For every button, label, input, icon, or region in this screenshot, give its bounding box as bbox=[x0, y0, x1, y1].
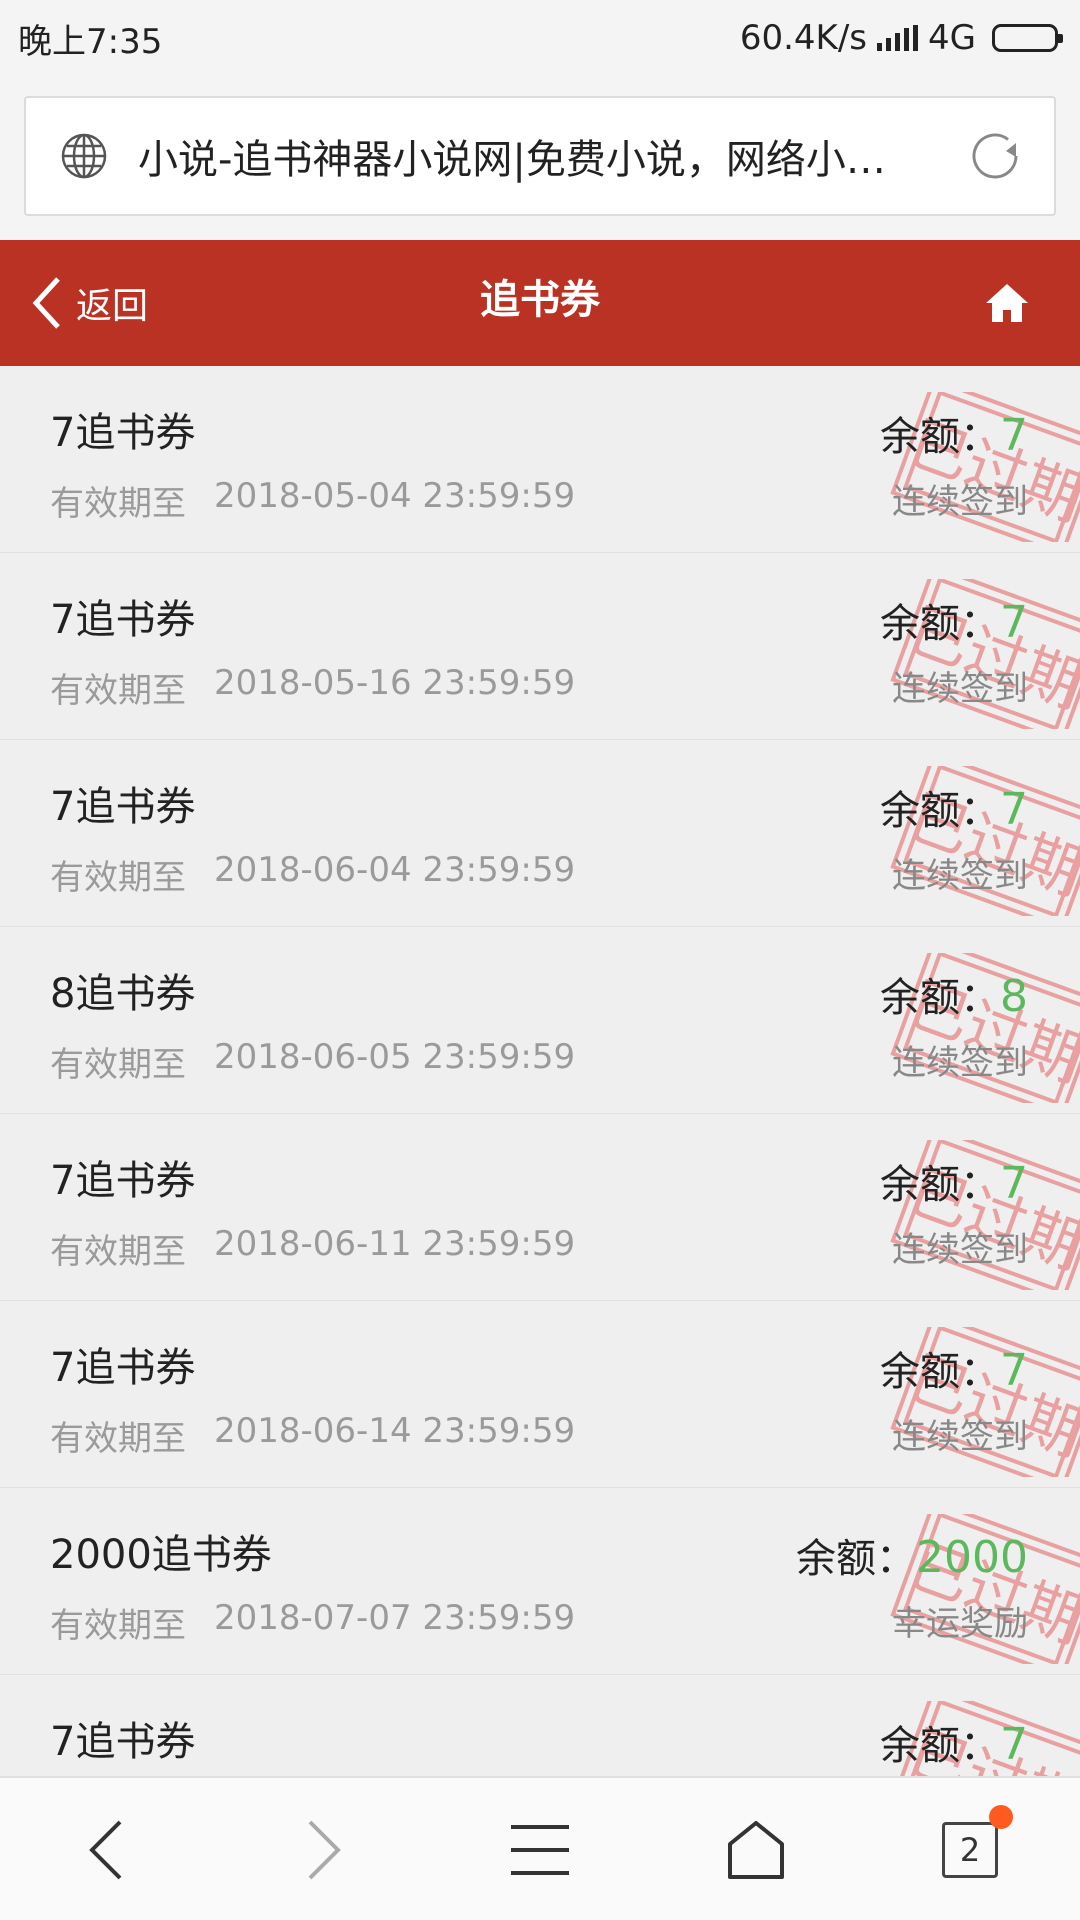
coupon-title: 7追书券 bbox=[50, 410, 196, 456]
browser-address-area: 小说-追书神器小说网|免费小说，网络小… bbox=[0, 76, 1080, 240]
globe-icon bbox=[61, 133, 107, 179]
coupon-expiry: 有效期至 2018-06-04 23:59:59 bbox=[50, 850, 575, 899]
coupon-title: 7追书券 bbox=[50, 1719, 196, 1765]
balance-label: 余额： bbox=[880, 1349, 1000, 1395]
status-time: 晚上7:35 bbox=[18, 21, 163, 62]
status-bar: 晚上7:35 60.4K/s 4G bbox=[0, 0, 1080, 76]
coupon-source: 连续签到 bbox=[892, 856, 1028, 896]
coupon-expiry: 有效期至 2018-05-16 23:59:59 bbox=[50, 663, 575, 712]
balance-label: 余额： bbox=[880, 1162, 1000, 1208]
battery-icon bbox=[992, 24, 1063, 52]
browser-back-button[interactable] bbox=[46, 1778, 166, 1920]
signal-icon bbox=[877, 25, 919, 51]
coupon-row[interactable]: 2000追书券 有效期至 2018-07-07 23:59:59 已过期 余额： 2… bbox=[0, 1488, 1080, 1675]
coupon-source: 连续签到 bbox=[892, 1230, 1028, 1270]
network-type: 4G bbox=[928, 18, 976, 58]
expiry-date: 2018-06-05 23:59:59 bbox=[214, 1037, 576, 1077]
coupon-row[interactable]: 7追书券 有效期至 2018-06-11 23:59:59 已过期 余额： 7 连续… bbox=[0, 1114, 1080, 1301]
balance-label: 余额： bbox=[880, 1723, 1000, 1769]
coupon-expiry: 有效期至 2018-06-05 23:59:59 bbox=[50, 1037, 575, 1086]
expiry-date: 2018-06-04 23:59:59 bbox=[214, 850, 576, 890]
status-indicators: 60.4K/s 4G bbox=[739, 18, 1063, 58]
coupon-source: 幸运奖励 bbox=[892, 1604, 1028, 1644]
expiry-label: 有效期至 bbox=[50, 1232, 186, 1272]
balance-label: 余额： bbox=[880, 414, 1000, 460]
coupon-expiry: 有效期至 2018-05-04 23:59:59 bbox=[50, 476, 575, 525]
balance-label: 余额： bbox=[880, 975, 1000, 1021]
arrow-right-icon bbox=[308, 1820, 341, 1880]
expiry-date: 2018-07-07 23:59:59 bbox=[214, 1598, 576, 1638]
expiry-date: 2018-06-11 23:59:59 bbox=[214, 1224, 576, 1264]
browser-home-button[interactable] bbox=[696, 1778, 816, 1920]
network-speed: 60.4K/s bbox=[739, 18, 868, 58]
coupon-title: 7追书券 bbox=[50, 784, 196, 830]
coupon-title: 8追书券 bbox=[50, 971, 196, 1017]
coupon-title: 7追书券 bbox=[50, 1345, 196, 1391]
coupon-expiry: 有效期至 2018-07-07 23:59:59 bbox=[50, 1598, 575, 1647]
address-bar[interactable]: 小说-追书神器小说网|免费小说，网络小… bbox=[24, 96, 1056, 216]
balance-label: 余额： bbox=[880, 601, 1000, 647]
screen: 晚上7:35 60.4K/s 4G 小说-追书神器小说网|免费小说，网络小… 返… bbox=[0, 0, 1080, 1920]
coupon-row[interactable]: 7追书券 有效期至 2018-06-14 23:59:59 已过期 余额： 7 连续… bbox=[0, 1301, 1080, 1488]
coupon-row[interactable]: 7追书券 有效期至 2018-05-04 23:59:59 已过期 余额： 7 连续… bbox=[0, 366, 1080, 553]
address-title: 小说-追书神器小说网|免费小说，网络小… bbox=[138, 137, 886, 183]
home-icon bbox=[986, 284, 1028, 322]
expiry-label: 有效期至 bbox=[50, 671, 186, 711]
tabs-count: 2 bbox=[959, 1831, 981, 1869]
coupon-source: 连续签到 bbox=[892, 1417, 1028, 1457]
balance-label: 余额： bbox=[880, 788, 1000, 834]
coupon-balance: 余额： 7 bbox=[880, 1152, 1028, 1210]
app-header: 返回 追书券 bbox=[0, 240, 1080, 366]
coupon-row[interactable]: 7追书券 有效期至 2018-05-16 23:59:59 已过期 余额： 7 连续… bbox=[0, 553, 1080, 740]
balance-value: 2000 bbox=[916, 1532, 1028, 1583]
balance-value: 7 bbox=[1000, 1719, 1028, 1770]
coupon-balance: 余额： 7 bbox=[880, 404, 1028, 462]
expiry-label: 有效期至 bbox=[50, 1606, 186, 1646]
coupon-list: 7追书券 有效期至 2018-05-04 23:59:59 已过期 余额： 7 连续… bbox=[0, 366, 1080, 1776]
coupon-balance: 余额： 7 bbox=[880, 1339, 1028, 1397]
notification-dot-icon bbox=[989, 1805, 1013, 1829]
balance-value: 7 bbox=[1000, 1158, 1028, 1209]
expiry-label: 有效期至 bbox=[50, 1045, 186, 1085]
expiry-label: 有效期至 bbox=[50, 484, 186, 524]
coupon-row[interactable]: 8追书券 有效期至 2018-06-05 23:59:59 已过期 余额： 8 连续… bbox=[0, 927, 1080, 1114]
coupon-title: 7追书券 bbox=[50, 597, 196, 643]
home-outline-icon bbox=[728, 1821, 784, 1879]
menu-icon bbox=[511, 1825, 569, 1875]
expiry-date: 2018-05-16 23:59:59 bbox=[214, 663, 576, 703]
coupon-source: 连续签到 bbox=[892, 1043, 1028, 1083]
browser-tabs-button[interactable]: 2 bbox=[910, 1778, 1030, 1920]
coupon-source: 连续签到 bbox=[892, 482, 1028, 522]
browser-menu-button[interactable] bbox=[480, 1778, 600, 1920]
browser-toolbar: 2 bbox=[0, 1776, 1080, 1920]
home-button[interactable] bbox=[984, 240, 1030, 366]
coupon-expiry: 有效期至 2018-06-11 23:59:59 bbox=[50, 1224, 575, 1273]
arrow-left-icon bbox=[89, 1820, 122, 1880]
coupon-balance: 余额： 2000 bbox=[796, 1526, 1028, 1584]
expiry-label: 有效期至 bbox=[50, 858, 186, 898]
balance-value: 8 bbox=[1000, 971, 1028, 1022]
expiry-date: 2018-06-14 23:59:59 bbox=[214, 1411, 576, 1451]
balance-value: 7 bbox=[1000, 597, 1028, 648]
coupon-title: 7追书券 bbox=[50, 1158, 196, 1204]
tabs-icon: 2 bbox=[942, 1805, 1013, 1878]
coupon-expiry: 有效期至 2018-06-14 23:59:59 bbox=[50, 1411, 575, 1460]
coupon-balance: 余额： 7 bbox=[880, 591, 1028, 649]
browser-forward-button[interactable] bbox=[264, 1778, 384, 1920]
balance-value: 7 bbox=[1000, 784, 1028, 835]
balance-label: 余额： bbox=[796, 1536, 917, 1582]
coupon-title: 2000追书券 bbox=[50, 1532, 272, 1578]
expiry-date: 2018-05-04 23:59:59 bbox=[214, 476, 576, 516]
balance-value: 7 bbox=[1000, 1345, 1028, 1396]
coupon-balance: 余额： 7 bbox=[880, 778, 1028, 836]
coupon-balance: 余额： 7 bbox=[880, 1713, 1028, 1771]
balance-value: 7 bbox=[1000, 410, 1028, 461]
page-title: 追书券 bbox=[480, 277, 600, 323]
coupon-row[interactable]: 7追书券 已过期 余额：7 bbox=[0, 1675, 1080, 1776]
coupon-row[interactable]: 7追书券 有效期至 2018-06-04 23:59:59 已过期 余额： 7 连续… bbox=[0, 740, 1080, 927]
refresh-icon[interactable] bbox=[966, 127, 1024, 185]
expiry-label: 有效期至 bbox=[50, 1419, 186, 1459]
coupon-balance: 余额： 8 bbox=[880, 965, 1028, 1023]
coupon-source: 连续签到 bbox=[892, 669, 1028, 709]
